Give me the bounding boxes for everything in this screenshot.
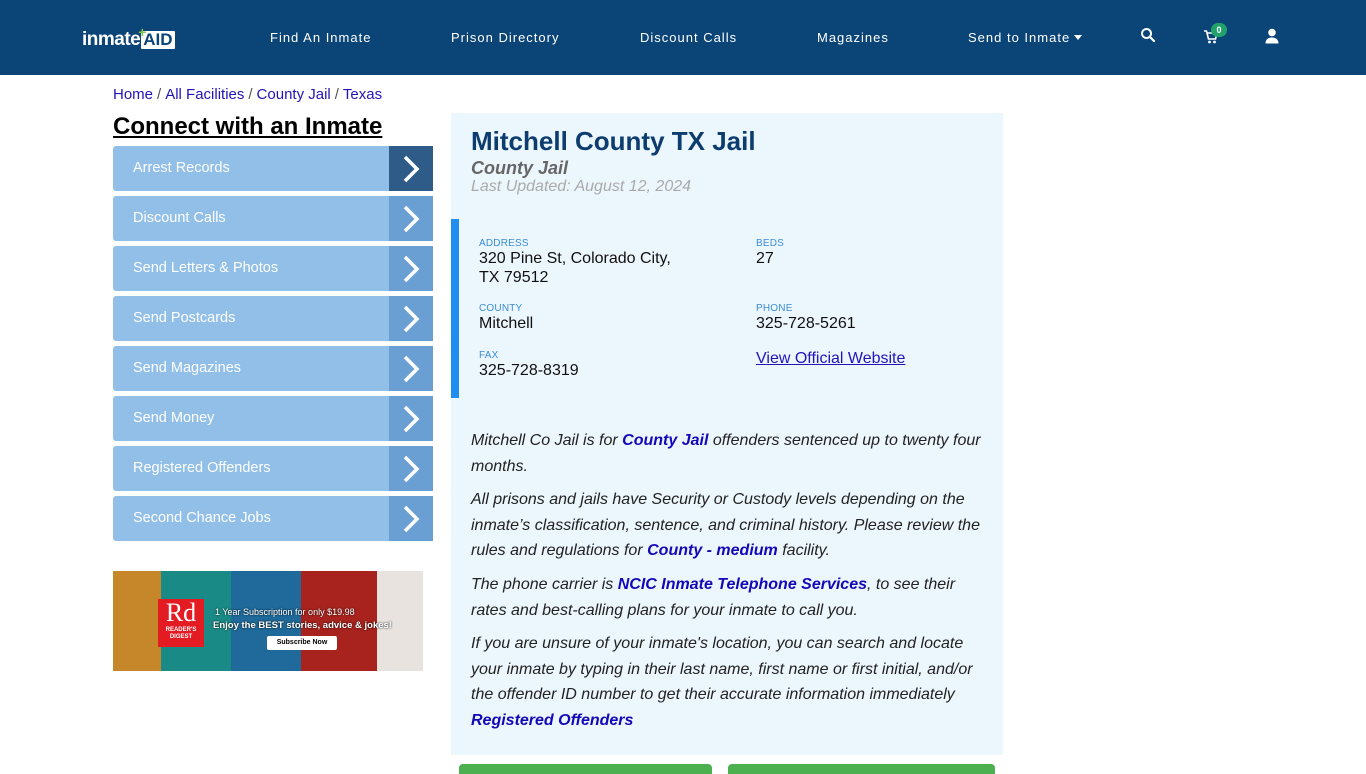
description-paragraph: If you are unsure of your inmate's locat… <box>471 635 973 729</box>
county-field: County Mitchell <box>479 303 533 333</box>
ad-subscribe-button[interactable]: Subscribe Now <box>267 636 337 650</box>
sidebar-item-label: Discount Calls <box>133 210 226 226</box>
nav-prison-directory[interactable]: Prison Directory <box>451 30 559 45</box>
chevron-right-icon <box>389 196 433 241</box>
breadcrumb-texas[interactable]: Texas <box>343 86 382 103</box>
county-label: County <box>479 303 523 314</box>
chevron-right-icon <box>389 396 433 441</box>
fax-field: Fax 325-728-8319 <box>479 350 579 380</box>
chevron-right-icon <box>389 296 433 341</box>
registered-offenders-link[interactable]: Registered Offenders <box>471 712 633 729</box>
beds-label: Beds <box>756 238 785 249</box>
search-icon[interactable] <box>1140 27 1158 45</box>
nav-send-to-inmate[interactable]: Send to Inmate <box>968 30 1083 45</box>
ad-headline: 1 Year Subscription for only $19.98 <box>215 607 355 617</box>
county-jail-link[interactable]: County Jail <box>622 432 708 449</box>
address-line1: 320 Pine St, Colorado City, <box>479 250 671 267</box>
fax-label: Fax <box>479 350 499 361</box>
description-paragraph: Mitchell Co Jail is for County Jail offe… <box>471 432 981 475</box>
breadcrumb-home[interactable]: Home <box>113 86 153 103</box>
facility-type: County Jail <box>471 158 569 178</box>
green-action-button-right[interactable] <box>728 764 995 774</box>
address-label: Address <box>479 238 529 249</box>
nav-find-an-inmate[interactable]: Find An Inmate <box>270 30 371 45</box>
cart-count-badge: 0 <box>1211 23 1227 37</box>
sidebar-item-send-magazines[interactable]: Send Magazines <box>113 346 433 391</box>
nav-magazines[interactable]: Magazines <box>817 30 889 45</box>
sidebar-item-label: Send Letters & Photos <box>133 260 279 276</box>
phone-label: Phone <box>756 303 793 314</box>
description-paragraph: The phone carrier is NCIC Inmate Telepho… <box>471 575 956 619</box>
caret-down-icon <box>1074 35 1083 41</box>
sidebar-item-label: Arrest Records <box>133 160 230 176</box>
sidebar-item-registered-offenders[interactable]: Registered Offenders <box>113 446 433 491</box>
user-icon[interactable] <box>1265 28 1283 46</box>
address-line2: TX 79512 <box>479 269 549 286</box>
facility-name: Mitchell County TX Jail <box>471 126 756 156</box>
phone-field: Phone 325-728-5261 <box>756 303 856 333</box>
chevron-right-icon <box>389 146 433 191</box>
fax-value: 325-728-8319 <box>479 362 579 379</box>
logo-text-inmate: inmate <box>82 29 141 50</box>
phone-value: 325-728-5261 <box>756 315 856 332</box>
facility-info-box: Address 320 Pine St, Colorado City, TX 7… <box>451 219 1003 398</box>
description-paragraph: All prisons and jails have Security or C… <box>471 491 980 560</box>
sidebar-title: Connect with an Inmate <box>113 113 383 140</box>
logo-plus-icon: + <box>138 24 147 40</box>
green-action-button-left[interactable] <box>459 764 712 774</box>
breadcrumb: Home / All Facilities / County Jail / Texas <box>113 86 383 103</box>
sidebar-item-second-chance-jobs[interactable]: Second Chance Jobs <box>113 496 433 541</box>
chevron-right-icon <box>389 446 433 491</box>
sidebar-item-discount-calls[interactable]: Discount Calls <box>113 196 433 241</box>
breadcrumb-county-jail[interactable]: County Jail <box>257 86 331 103</box>
facility-description: Mitchell Co Jail is for County Jail offe… <box>471 428 991 742</box>
logo-text-aid: + AID <box>138 24 175 49</box>
address-field: Address 320 Pine St, Colorado City, TX 7… <box>479 238 671 287</box>
sidebar-item-label: Second Chance Jobs <box>133 510 271 526</box>
beds-field: Beds 27 <box>756 238 784 268</box>
facility-card: Mitchell County TX Jail County Jail Last… <box>451 113 1003 755</box>
readers-digest-ad-banner[interactable]: Rd READER'S DIGEST 1 Year Subscription f… <box>113 571 423 671</box>
sidebar-item-label: Send Money <box>133 410 215 426</box>
top-navbar: inmate + AID Find An Inmate Prison Direct… <box>0 0 1366 75</box>
beds-value: 27 <box>756 250 774 267</box>
sidebar-item-send-postcards[interactable]: Send Postcards <box>113 296 433 341</box>
sidebar-item-label: Send Postcards <box>133 310 236 326</box>
nav-discount-calls[interactable]: Discount Calls <box>640 30 737 45</box>
breadcrumb-all-facilities[interactable]: All Facilities <box>165 86 244 103</box>
chevron-right-icon <box>389 246 433 291</box>
readers-digest-logo: Rd READER'S DIGEST <box>158 599 204 647</box>
phone-carrier-link[interactable]: NCIC Inmate Telephone Services <box>618 576 867 593</box>
sidebar-item-send-money[interactable]: Send Money <box>113 396 433 441</box>
sidebar-item-label: Send Magazines <box>133 360 242 376</box>
sidebar-item-arrest-records[interactable]: Arrest Records <box>113 146 433 191</box>
sidebar-item-send-letters-photos[interactable]: Send Letters & Photos <box>113 246 433 291</box>
official-website-link[interactable]: View Official Website <box>756 350 905 368</box>
last-updated: Last Updated: August 12, 2024 <box>471 178 692 195</box>
ad-tagline: Enjoy the BEST stories, advice & jokes! <box>213 620 392 631</box>
chevron-right-icon <box>389 346 433 391</box>
county-medium-link[interactable]: County - medium <box>647 542 778 559</box>
sidebar-menu: Arrest Records Discount Calls Send Lette… <box>113 146 433 546</box>
sidebar-item-label: Registered Offenders <box>133 460 271 476</box>
site-logo[interactable]: inmate + AID <box>82 24 175 51</box>
chevron-right-icon <box>389 496 433 541</box>
county-value: Mitchell <box>479 315 534 332</box>
